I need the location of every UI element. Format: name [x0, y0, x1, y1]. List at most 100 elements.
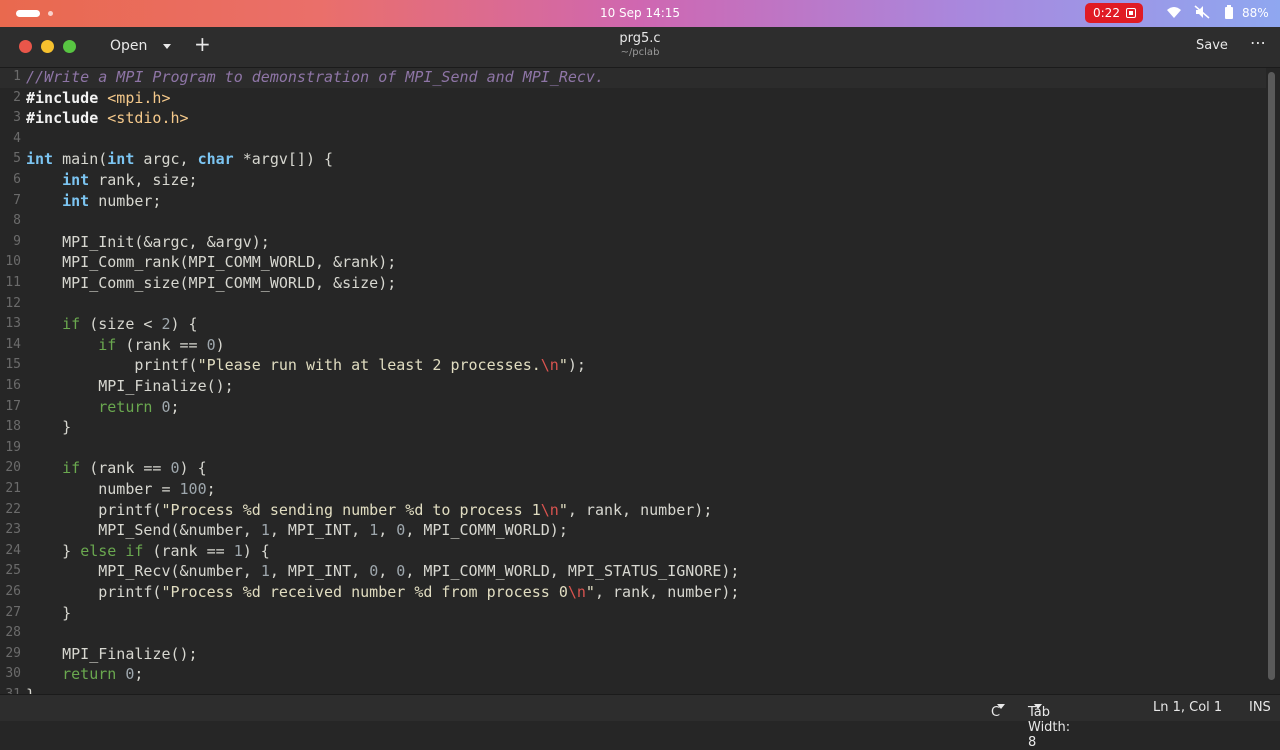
mute-icon: [1194, 5, 1210, 19]
code-text[interactable]: MPI_Finalize();: [26, 376, 233, 397]
code-text[interactable]: if (size < 2) {: [26, 314, 197, 335]
language-label: C: [991, 705, 1001, 720]
line-number: 13: [5, 316, 21, 332]
line-number: 9: [13, 233, 21, 249]
line-number: 31: [0, 685, 21, 694]
code-line[interactable]: 30 return 0;: [0, 664, 1266, 685]
screen-recording-indicator[interactable]: 0:22: [1085, 3, 1143, 23]
window-header-bar: Open + prg5.c ~/pclab Save ⋯: [0, 27, 1280, 68]
line-number: 30: [5, 666, 21, 682]
code-text[interactable]: int main(int argc, char *argv[]) {: [26, 149, 333, 170]
code-text[interactable]: #include <mpi.h>: [26, 88, 171, 109]
language-selector[interactable]: C: [991, 700, 1005, 720]
code-line[interactable]: 21 number = 100;: [0, 479, 1266, 500]
code-line[interactable]: 20 if (rank == 0) {: [0, 458, 1266, 479]
line-number: 3: [13, 110, 21, 126]
line-number: 6: [13, 172, 21, 187]
code-text[interactable]: MPI_Recv(&number, 1, MPI_INT, 0, 0, MPI_…: [26, 561, 739, 582]
code-line[interactable]: 25 MPI_Recv(&number, 1, MPI_INT, 0, 0, M…: [0, 561, 1266, 582]
code-text[interactable]: }: [26, 417, 71, 438]
status-bar: C Tab Width: 8 Ln 1, Col 1 INS: [0, 694, 1280, 750]
line-number: 17: [5, 398, 21, 414]
code-text[interactable]: return 0;: [26, 397, 179, 418]
code-text[interactable]: //Write a MPI Program to demonstration o…: [26, 68, 604, 88]
code-line[interactable]: 10 MPI_Comm_rank(MPI_COMM_WORLD, &rank);: [0, 252, 1266, 273]
line-number: 27: [5, 604, 21, 620]
code-line[interactable]: 12: [0, 294, 1266, 315]
code-line[interactable]: 24 } else if (rank == 1) {: [0, 541, 1266, 562]
line-number: 25: [5, 563, 21, 579]
stop-recording-icon[interactable]: [1126, 8, 1136, 18]
code-line[interactable]: 5 int main(int argc, char *argv[]) {: [0, 149, 1266, 170]
battery-percentage: 88%: [1242, 6, 1269, 20]
line-number: 20: [5, 460, 21, 476]
code-text[interactable]: if (rank == 0) {: [26, 458, 207, 479]
tab-width-label: Tab Width: 8: [1028, 705, 1071, 750]
line-number: 12: [5, 295, 21, 311]
document-title: prg5.c: [619, 31, 661, 46]
code-line[interactable]: 9 MPI_Init(&argc, &argv);: [0, 232, 1266, 253]
code-text[interactable]: if (rank == 0): [26, 335, 224, 356]
code-line[interactable]: 29 MPI_Finalize();: [0, 644, 1266, 665]
insert-mode[interactable]: INS: [1249, 700, 1271, 715]
vertical-scrollbar[interactable]: [1268, 72, 1275, 680]
code-line[interactable]: 11 MPI_Comm_size(MPI_COMM_WORLD, &size);: [0, 273, 1266, 294]
code-line[interactable]: 2 #include <mpi.h>: [0, 88, 1266, 109]
code-line[interactable]: 6 int rank, size;: [0, 170, 1266, 191]
line-number: 19: [5, 439, 21, 455]
code-text[interactable]: return 0;: [26, 664, 143, 685]
recording-time: 0:22: [1093, 6, 1120, 20]
code-line[interactable]: 4: [0, 129, 1266, 150]
code-text[interactable]: int number;: [26, 191, 161, 212]
line-number: 16: [5, 378, 21, 393]
save-button[interactable]: Save: [1196, 38, 1228, 53]
line-number: 29: [5, 645, 21, 661]
code-line[interactable]: 19: [0, 438, 1266, 459]
code-editor[interactable]: 1 //Write a MPI Program to demonstration …: [0, 68, 1280, 694]
code-text[interactable]: MPI_Init(&argc, &argv);: [26, 232, 270, 253]
battery-icon: [1225, 5, 1233, 19]
tab-width-selector[interactable]: Tab Width: 8: [1028, 700, 1070, 750]
code-line[interactable]: 26 printf("Process %d received number %d…: [0, 582, 1266, 603]
code-line[interactable]: 13 if (size < 2) {: [0, 314, 1266, 335]
line-number: 23: [5, 522, 21, 538]
code-line[interactable]: 18 }: [0, 417, 1266, 438]
code-text[interactable]: int rank, size;: [26, 170, 197, 191]
code-text[interactable]: } else if (rank == 1) {: [26, 541, 270, 562]
code-line[interactable]: 27 }: [0, 603, 1266, 624]
code-line[interactable]: 22 printf("Process %d sending number %d …: [0, 500, 1266, 521]
line-number: 21: [5, 481, 21, 496]
line-number: 10: [5, 254, 21, 270]
line-number: 1: [13, 69, 21, 84]
code-line[interactable]: 14 if (rank == 0): [0, 335, 1266, 356]
code-line[interactable]: 7 int number;: [0, 191, 1266, 212]
line-number: 7: [13, 192, 21, 208]
code-line[interactable]: 23 MPI_Send(&number, 1, MPI_INT, 1, 0, M…: [0, 520, 1266, 541]
code-text[interactable]: }: [26, 603, 71, 624]
code-line[interactable]: 31}: [0, 685, 1266, 694]
code-text[interactable]: }: [26, 685, 35, 694]
code-line[interactable]: 1 //Write a MPI Program to demonstration …: [0, 68, 1266, 88]
code-text[interactable]: MPI_Send(&number, 1, MPI_INT, 1, 0, MPI_…: [26, 520, 568, 541]
code-line[interactable]: 3 #include <stdio.h>: [0, 108, 1266, 129]
code-text[interactable]: number = 100;: [26, 479, 215, 500]
main-menu-button[interactable]: ⋯: [1250, 33, 1267, 52]
code-text[interactable]: MPI_Comm_size(MPI_COMM_WORLD, &size);: [26, 273, 396, 294]
code-line[interactable]: 8: [0, 211, 1266, 232]
code-text[interactable]: printf("Process %d sending number %d to …: [26, 500, 712, 521]
code-text[interactable]: MPI_Finalize();: [26, 644, 197, 665]
code-line[interactable]: 16 MPI_Finalize();: [0, 376, 1266, 397]
line-number: 14: [5, 336, 21, 352]
cursor-position[interactable]: Ln 1, Col 1: [1153, 700, 1222, 715]
code-text[interactable]: MPI_Comm_rank(MPI_COMM_WORLD, &rank);: [26, 252, 396, 273]
code-text[interactable]: printf("Please run with at least 2 proce…: [26, 355, 586, 376]
code-line[interactable]: 17 return 0;: [0, 397, 1266, 418]
line-number: 11: [5, 275, 21, 290]
code-line[interactable]: 28: [0, 623, 1266, 644]
code-text[interactable]: #include <stdio.h>: [26, 108, 189, 129]
system-top-bar: 10 Sep 14:15 0:22 88%: [0, 0, 1280, 27]
line-number: 26: [5, 584, 21, 599]
code-line[interactable]: 15 printf("Please run with at least 2 pr…: [0, 355, 1266, 376]
line-number: 24: [5, 542, 21, 558]
code-text[interactable]: printf("Process %d received number %d fr…: [26, 582, 739, 603]
